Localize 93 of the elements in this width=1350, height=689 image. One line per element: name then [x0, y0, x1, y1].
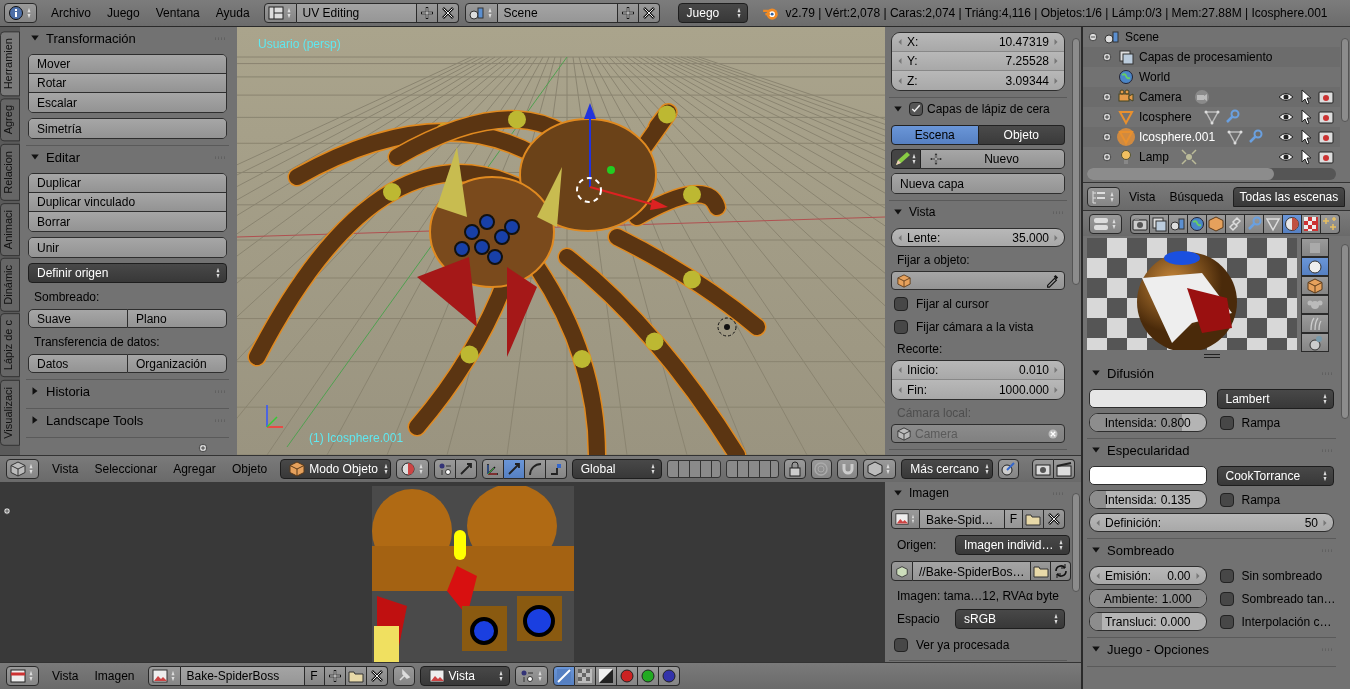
tool-button[interactable]: Mover: [29, 55, 226, 74]
menu-item[interactable]: Vista: [44, 462, 87, 476]
shelf-tab[interactable]: Visualizaci: [0, 379, 20, 446]
menu-item[interactable]: Juego: [99, 6, 148, 20]
view-mode-dropdown[interactable]: Vista: [419, 666, 510, 686]
checkbox-label[interactable]: Sombreado tan…: [1241, 591, 1336, 606]
panel-title[interactable]: Sombreado: [1107, 542, 1316, 558]
checkbox-label[interactable]: Rampa: [1241, 415, 1281, 430]
menu-item[interactable]: Vista: [1122, 189, 1163, 204]
tool-button[interactable]: Duplicar: [29, 174, 226, 193]
scene-statistics: v2.79 | Vért:2,078 | Caras:2,074 | Triáng:4,116 | Objetos:1/6 | Lámp:0/3 | Mem:27.88M | Icosphere.001: [785, 6, 1328, 20]
snap-target-dropdown[interactable]: Más cercano: [901, 459, 993, 479]
panel-title[interactable]: Transformación: [46, 30, 209, 46]
tool-button[interactable]: Duplicar vinculado: [29, 193, 226, 212]
dropdown[interactable]: CookTorrance: [1216, 466, 1334, 486]
slider[interactable]: Transluci: 0.000: [1089, 612, 1207, 631]
panel-title[interactable]: Vista: [909, 205, 1047, 219]
tool-button[interactable]: Datos: [28, 354, 128, 373]
dropdown[interactable]: Imagen individ…: [955, 535, 1071, 555]
tool-button[interactable]: Borrar: [29, 212, 226, 231]
outliner-item[interactable]: Capas de procesamiento: [1139, 50, 1273, 64]
checkbox-label[interactable]: Interpolación c…: [1241, 614, 1332, 629]
menu-item[interactable]: Búsqueda: [1162, 189, 1231, 204]
panel-title[interactable]: Landscape Tools: [46, 412, 209, 428]
layout-name-field[interactable]: UV Editing: [296, 3, 417, 23]
checkbox-label[interactable]: Ver ya procesada: [916, 637, 1010, 652]
field-label: Imagen: tama…12, RVAα byte: [896, 588, 1060, 603]
image-name-field[interactable]: Bake-Spid…: [920, 509, 1005, 529]
active-object-label: (1) Icosphere.001: [309, 431, 404, 445]
new-button[interactable]: Nuevo: [921, 149, 1065, 169]
mode-dropdown[interactable]: Modo Objeto: [280, 459, 391, 479]
checkbox-label[interactable]: Sin sombreado: [1241, 568, 1323, 583]
tool-button[interactable]: Organización: [128, 354, 227, 373]
checkbox-label[interactable]: Rampa: [1241, 492, 1281, 507]
menu-item[interactable]: Imagen: [86, 669, 143, 683]
panel-title[interactable]: Juego - Opciones: [1107, 641, 1316, 657]
shelf-tab[interactable]: Relacion: [0, 143, 20, 201]
scene-name-field[interactable]: Scene: [497, 3, 618, 23]
outliner-item[interactable]: Icosphere: [1139, 110, 1192, 124]
menu-item[interactable]: Archivo: [43, 6, 99, 20]
menu-item[interactable]: Vista: [44, 669, 87, 683]
engine-dropdown[interactable]: Juego: [677, 3, 748, 23]
tool-button[interactable]: Plano: [128, 309, 227, 328]
dropdown[interactable]: sRGB: [955, 609, 1065, 629]
display-mode-dropdown[interactable]: Todas las escenas: [1232, 186, 1346, 207]
panel-title[interactable]: Capas de lápiz de cera: [927, 102, 1067, 116]
menu-item[interactable]: Seleccionar: [86, 462, 166, 476]
slider[interactable]: Intensida: 0.135: [1089, 490, 1207, 509]
shelf-tab[interactable]: Agreg: [0, 98, 20, 142]
outliner-item[interactable]: World: [1139, 70, 1171, 84]
panel-title[interactable]: Editar: [46, 149, 209, 165]
panel-title[interactable]: Difusión: [1107, 365, 1316, 381]
toggle-button[interactable]: Escena: [891, 125, 979, 145]
tool-button[interactable]: Suave: [28, 309, 128, 328]
outliner-item[interactable]: Icosphere.001: [1139, 130, 1216, 144]
shelf-tab[interactable]: Animaci: [0, 202, 20, 256]
checkbox-label[interactable]: Fijar cámara a la vista: [916, 319, 1034, 334]
shelf-tab[interactable]: Lápiz de c: [0, 313, 20, 378]
field-label: Origen:: [896, 538, 938, 552]
panel-title[interactable]: Imagen: [909, 486, 1047, 500]
field-label: Recorte:: [896, 341, 944, 356]
fake-user-button[interactable]: F: [1005, 509, 1023, 529]
menu-item[interactable]: Objeto: [223, 462, 276, 476]
checkbox-label[interactable]: Fijar al cursor: [916, 296, 989, 311]
field-label: Espacio: [896, 612, 941, 626]
outliner-item[interactable]: Scene: [1125, 30, 1160, 44]
image-name-field[interactable]: Bake-SpiderBoss: [180, 666, 305, 686]
dropdown[interactable]: Lambert: [1216, 389, 1334, 409]
slider[interactable]: Intensida: 0.800: [1089, 413, 1207, 432]
outliner-item[interactable]: Camera: [1139, 90, 1182, 104]
tool-button[interactable]: Escalar: [29, 93, 226, 112]
shelf-tab[interactable]: Dinámic: [0, 257, 20, 312]
panel-title[interactable]: Historia: [46, 383, 209, 399]
panel-title[interactable]: Especularidad: [1107, 442, 1316, 458]
field-label: Fijar a objeto:: [896, 252, 971, 267]
tool-button[interactable]: Rotar: [29, 74, 226, 93]
orientation-dropdown[interactable]: Global: [571, 459, 662, 479]
menu-item[interactable]: Agregar: [165, 462, 224, 476]
toggle-button[interactable]: Objeto: [978, 125, 1065, 145]
menu-item[interactable]: Ayuda: [207, 6, 258, 20]
tool-button[interactable]: Simetría: [29, 119, 226, 138]
shelf-tab[interactable]: Herramien: [0, 31, 20, 97]
field-label: Transferencia de datos:: [33, 334, 161, 349]
menu-item[interactable]: Ventana: [147, 6, 208, 20]
fake-user-button[interactable]: F: [304, 666, 325, 686]
tool-button[interactable]: Nueva capa: [892, 174, 1064, 193]
view-name-label: Usuario (persp): [258, 37, 341, 51]
field-label: Sombreado:: [33, 289, 101, 304]
slider[interactable]: Ambiente: 1.000: [1089, 589, 1207, 608]
outliner-item[interactable]: Lamp: [1139, 150, 1170, 164]
dropdown[interactable]: Definir origen: [28, 263, 227, 283]
tool-button[interactable]: Unir: [29, 238, 226, 257]
file-path-field[interactable]: //Bake-SpiderBos…: [913, 561, 1032, 581]
